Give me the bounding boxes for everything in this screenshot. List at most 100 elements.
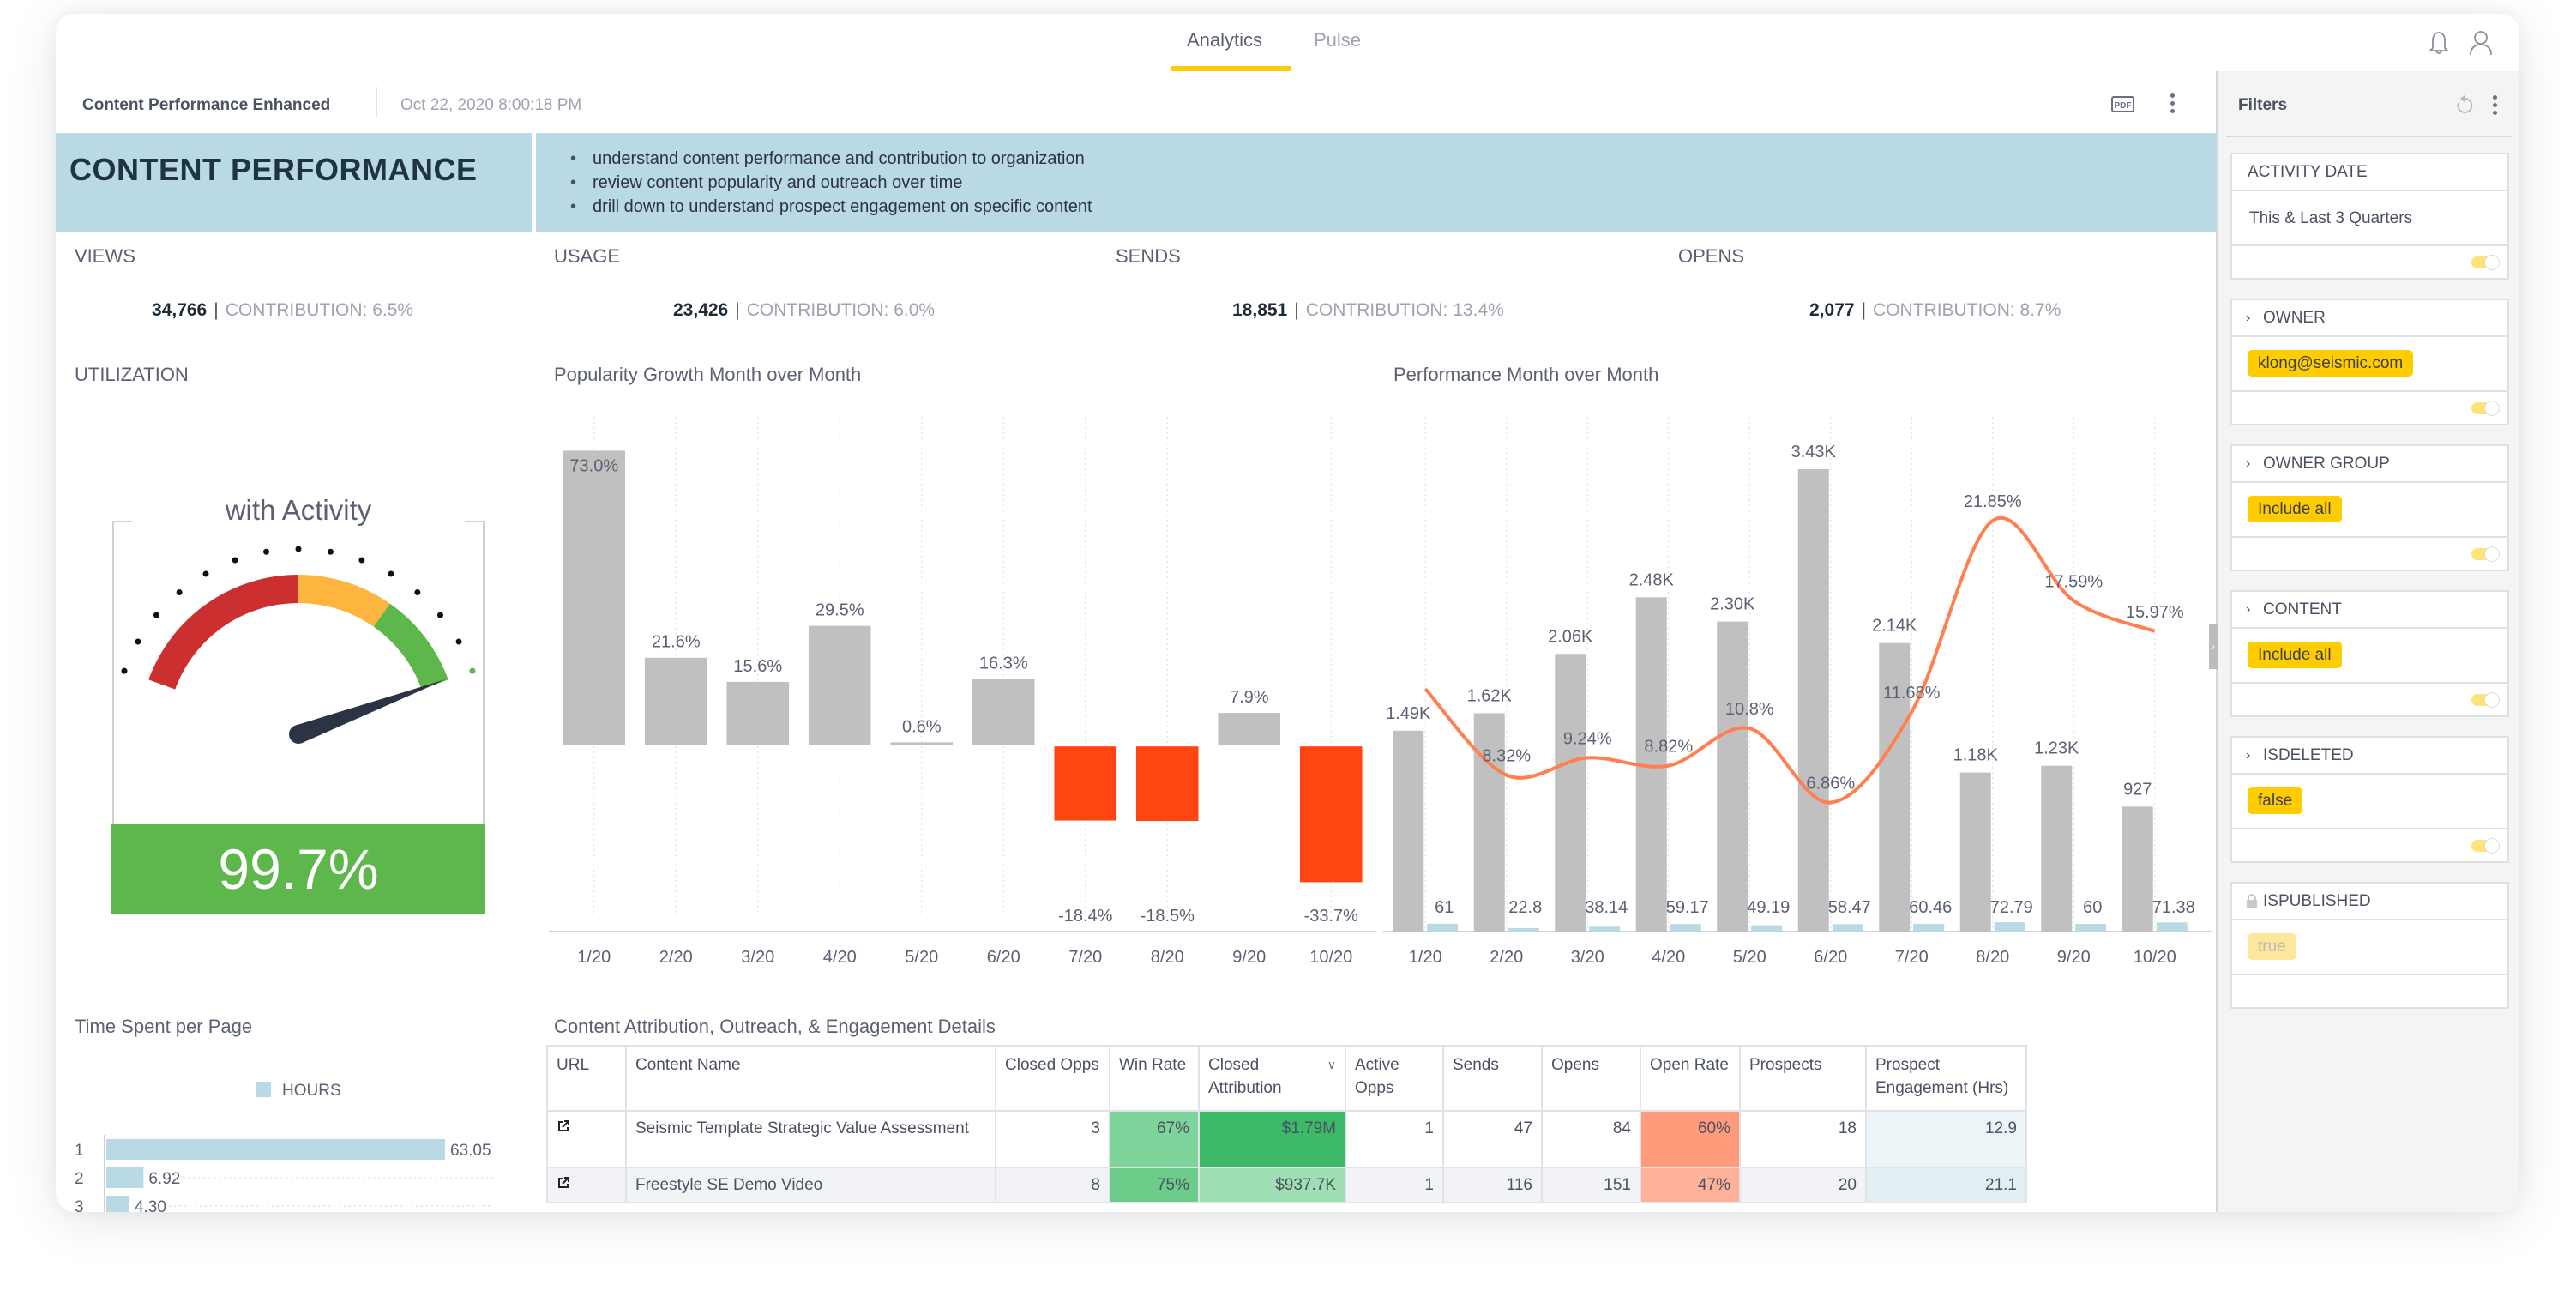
bell-icon[interactable] [2426,29,2452,57]
table-header-row: URL Content Name Closed Opps Win Rate Cl… [546,1045,2027,1112]
col-sends[interactable]: Sends [1442,1045,1543,1112]
kpi-usage-label: USAGE [554,245,621,267]
filter-enabled-toggle[interactable] [2471,692,2500,708]
external-link-icon[interactable] [557,1119,570,1137]
kpi-opens-value: 2,077 | CONTRIBUTION: 8.7% [1809,300,2061,321]
tab-pulse[interactable]: Pulse [1314,29,1361,51]
kpi-separator: | [735,300,740,320]
col-content-name[interactable]: Content Name [625,1045,996,1112]
performance-chart: 1.49K 61 1/20 1.62K 22.8 2/20 2.06K 38.14 3/20 2.… [1383,417,2212,967]
cell-open-rate: 60% [1640,1110,1741,1168]
x-tick-label: 6/20 [1814,948,1847,967]
x-tick-label: 7/20 [1068,948,1102,967]
kpi-views-value: 34,766 | CONTRIBUTION: 6.5% [152,300,413,321]
gauge-band-1 [298,575,390,627]
sends-data-label: 927 [2123,780,2152,799]
cell-name[interactable]: Freestyle SE Demo Video [625,1167,996,1203]
sends-data-label: 1.18K [1953,746,1999,765]
filters-more-icon[interactable] [2493,95,2498,118]
table-row[interactable]: Freestyle SE Demo Video 8 75% $937.7K 1 116 15… [546,1167,2027,1203]
gauge-tick-dot [469,667,476,674]
filter-footer [2232,246,2507,278]
pdf-export-icon[interactable]: PDF [2111,96,2134,112]
x-tick-label: 5/20 [905,948,938,967]
filter-chip[interactable]: Include all [2248,496,2342,522]
chevron-right-icon[interactable]: › [2246,592,2250,627]
filter-enabled-toggle[interactable] [2471,838,2500,854]
col-prospects[interactable]: Prospects [1739,1045,1867,1112]
filter-value-area[interactable]: Include all [2232,629,2507,684]
engagement-data-label: 60.46 [1909,898,1952,917]
banner-bullet: drill down to understand prospect engage… [570,195,1092,219]
open-rate-data-label: 17.59% [2044,572,2103,591]
col-prospect-engagement[interactable]: Prospect Engagement (Hrs) [1865,1045,2027,1112]
popularity-bar [1299,746,1363,883]
filter-value-area[interactable]: false [2232,775,2507,829]
tab-analytics[interactable]: Analytics [1187,29,1262,51]
filter-header[interactable]: › OWNER GROUP [2232,446,2507,483]
open-rate-data-label: 21.85% [1964,492,2022,511]
filter-label: ISDELETED [2263,746,2354,764]
col-open-rate[interactable]: Open Rate [1640,1045,1741,1112]
filter-header[interactable]: › OWNER [2232,300,2507,337]
sort-chevron-down-icon[interactable]: ∨ [1327,1053,1336,1077]
filter-chip: true [2248,933,2296,960]
filter-chip[interactable]: Include all [2248,642,2342,668]
user-icon[interactable] [2468,29,2494,57]
chevron-right-icon[interactable]: › [2246,300,2250,335]
reset-filters-icon[interactable] [2455,94,2474,115]
filters-panel: Filters ACTIVITY DATE This & Last 3 Quart… [2216,71,2519,1212]
filter-header[interactable]: › CONTENT [2232,592,2507,629]
chevron-right-icon[interactable]: › [2246,738,2250,773]
sends-bar [2041,765,2073,932]
gauge-tick-dot [295,546,302,552]
kpi-contribution-label: CONTRIBUTION: [1305,300,1448,320]
cell-url [546,1167,627,1203]
chevron-right-icon[interactable]: › [2246,446,2250,481]
collapse-filters-handle[interactable]: › [2209,624,2218,669]
hours-bar [106,1139,445,1160]
sends-bar [2122,806,2153,932]
col-opens[interactable]: Opens [1541,1045,1641,1112]
dashboard-more-icon[interactable] [2170,94,2176,116]
col-active-opps[interactable]: Active Opps [1345,1045,1444,1112]
filter-header[interactable]: ISPUBLISHED [2232,884,2507,920]
engagement-bar [1670,924,1701,932]
filter-value-area[interactable]: klong@seismic.com [2232,337,2507,392]
col-closed-attribution[interactable]: Closed Attribution ∨ [1198,1045,1346,1112]
col-url[interactable]: URL [546,1045,627,1112]
dashboard-header: Content Performance Enhanced Oct 22, 202… [56,71,2216,133]
y-tick-label: 2 [75,1170,84,1188]
external-link-icon[interactable] [557,1176,570,1194]
cell-closed-opps: 3 [995,1110,1110,1168]
table-row[interactable]: Seismic Template Strategic Value Assessm… [546,1110,2027,1168]
col-win-rate[interactable]: Win Rate [1109,1045,1200,1112]
legend-label: HOURS [282,1082,341,1100]
bar-data-label: 6.92 [148,1170,180,1188]
filter-chip[interactable]: false [2248,787,2303,814]
kpi-contribution: 8.7% [2019,300,2061,320]
cell-name[interactable]: Seismic Template Strategic Value Assessm… [625,1110,996,1168]
filter-header[interactable]: › ISDELETED [2232,738,2507,775]
bar-data-label: 0.6% [902,717,942,736]
filter-label: OWNER GROUP [2263,455,2390,473]
filter-value[interactable]: This & Last 3 Quarters [2249,209,2412,228]
popularity-chart-title: Popularity Growth Month over Month [554,364,862,385]
bar-data-label: 21.6% [652,633,701,652]
x-tick-label: 3/20 [1571,948,1604,967]
col-closed-opps[interactable]: Closed Opps [995,1045,1110,1112]
gauge-tick-dot [135,638,141,645]
filter-chip[interactable]: klong@seismic.com [2248,350,2414,377]
filter-header[interactable]: ACTIVITY DATE [2232,154,2507,191]
popularity-bar [1218,713,1281,745]
open-rate-data-label: 6.86% [1806,775,1855,793]
engagement-data-label: 59.17 [1666,898,1709,917]
filter-enabled-toggle[interactable] [2471,546,2500,562]
filter-footer [2232,538,2507,570]
filter-value-area[interactable]: Include all [2232,483,2507,538]
sends-bar [1959,772,1991,932]
filter-value-area[interactable]: This & Last 3 Quarters [2232,191,2507,246]
filter-enabled-toggle[interactable] [2471,255,2500,270]
filter-value-area[interactable]: true [2232,920,2507,975]
filter-enabled-toggle[interactable] [2471,401,2500,416]
